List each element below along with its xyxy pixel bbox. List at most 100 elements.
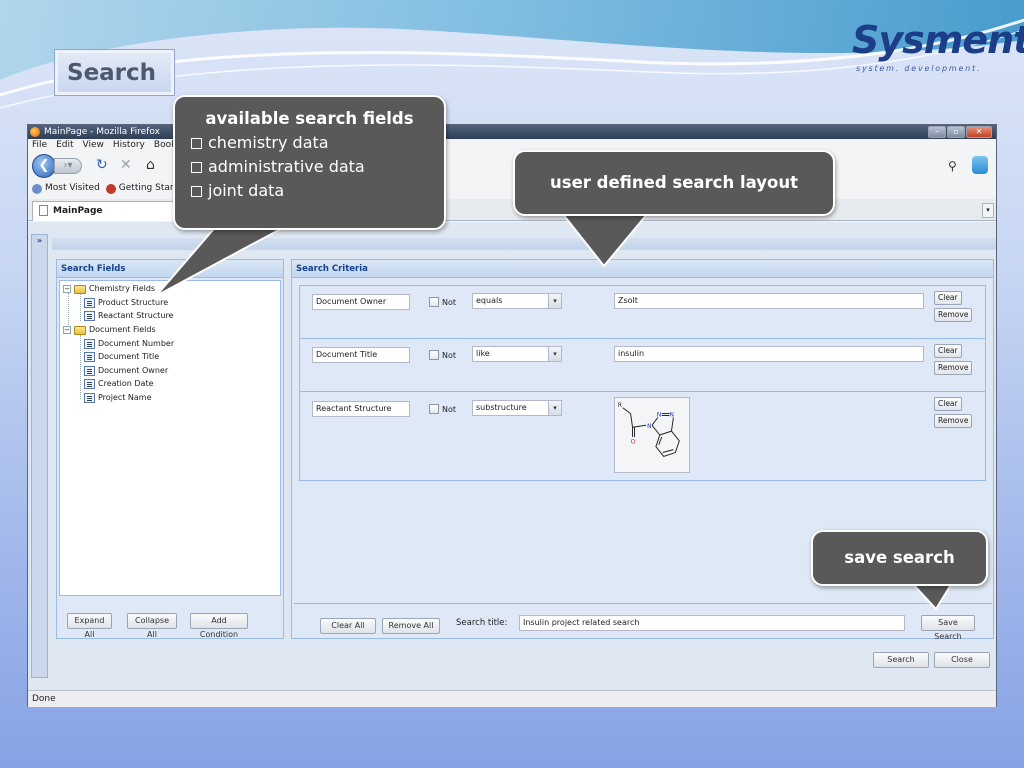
tree-group-chemistry[interactable]: − Chemistry Fields	[63, 283, 155, 295]
west-collapse-strip[interactable]: »	[31, 234, 48, 678]
search-title-input[interactable]: Insulin project related search	[519, 615, 905, 631]
forward-arrow-icon[interactable]: ›▾	[54, 158, 82, 174]
criteria-value-input[interactable]: Zsolt	[614, 293, 924, 309]
tree-item-document-owner[interactable]: Document Owner	[84, 365, 168, 377]
criteria-value-input[interactable]: insulin	[614, 346, 924, 362]
atom-r-label: R	[618, 403, 622, 409]
collapse-toggle-icon[interactable]: −	[63, 285, 71, 293]
search-icon[interactable]: ⚲	[948, 159, 957, 173]
bookmark-most-visited[interactable]: Most Visited	[32, 181, 100, 196]
not-checkbox[interactable]: Not	[429, 347, 456, 363]
callout-bullet: administrative data	[191, 155, 428, 179]
search-title-label: Search title:	[456, 618, 508, 628]
clear-button[interactable]: Clear	[934, 397, 962, 411]
field-icon	[84, 311, 95, 321]
checkbox-bullet-icon	[191, 161, 202, 173]
tree-item-label: Document Owner	[98, 366, 169, 375]
sysment-logo: Sysment system. development.	[846, 18, 1024, 78]
tree-item-document-number[interactable]: Document Number	[84, 338, 174, 350]
remove-button[interactable]: Remove	[934, 361, 973, 375]
close-button[interactable]: Close	[934, 652, 990, 668]
status-bar: Done	[28, 690, 996, 707]
atom-n-label: N	[670, 413, 674, 419]
tree-item-reactant-structure[interactable]: Reactant Structure	[84, 310, 173, 322]
menu-view[interactable]: View	[83, 139, 104, 152]
checkbox-bullet-icon	[191, 185, 202, 197]
not-checkbox[interactable]: Not	[429, 401, 456, 417]
tree-item-project-name[interactable]: Project Name	[84, 392, 152, 404]
remove-button[interactable]: Remove	[934, 308, 973, 322]
tree-item-document-title[interactable]: Document Title	[84, 351, 159, 363]
checkbox-icon[interactable]	[429, 297, 439, 307]
tree-item-creation-date[interactable]: Creation Date	[84, 378, 154, 390]
not-label: Not	[442, 404, 457, 414]
atom-o-label: O	[631, 440, 636, 446]
remove-all-button[interactable]: Remove All	[382, 618, 440, 634]
remove-button[interactable]: Remove	[934, 414, 973, 428]
criteria-row: Document Owner Not equals ▾ Zsolt Clear …	[300, 286, 985, 339]
page-icon	[39, 205, 48, 216]
chevron-down-icon[interactable]: ▾	[548, 346, 562, 362]
chevron-down-icon[interactable]: ▾	[548, 293, 562, 309]
operator-value[interactable]: like	[472, 346, 549, 362]
atom-n-label: N	[647, 424, 651, 430]
folder-icon	[74, 284, 86, 294]
menu-edit[interactable]: Edit	[56, 139, 73, 152]
search-fields-tree: − Chemistry Fields Product Structure Rea…	[59, 280, 281, 596]
collapse-all-button[interactable]: Collapse All	[127, 613, 177, 639]
checkbox-icon[interactable]	[429, 350, 439, 360]
tree-connector	[80, 293, 81, 321]
callout-bullet: joint data	[191, 179, 428, 203]
skype-addon-icon[interactable]	[972, 156, 988, 174]
reload-icon[interactable]: ↻	[96, 157, 108, 173]
operator-value[interactable]: equals	[472, 293, 549, 309]
not-checkbox[interactable]: Not	[429, 294, 456, 310]
tree-connector	[80, 335, 81, 399]
field-icon	[84, 393, 95, 403]
field-icon	[84, 366, 95, 376]
clear-button[interactable]: Clear	[934, 291, 962, 305]
callout-layout-tail	[559, 210, 651, 268]
criteria-bottom-toolbar: Clear All Remove All Search title: Insul…	[294, 603, 992, 641]
tree-item-label: Document Number	[98, 339, 175, 348]
collapse-toggle-icon[interactable]: −	[63, 326, 71, 334]
tab-list-icon[interactable]: ▾	[982, 203, 994, 218]
criteria-field-name[interactable]: Document Title	[312, 347, 410, 363]
save-search-button[interactable]: Save Search	[921, 615, 975, 641]
minimize-icon[interactable]: –	[928, 126, 946, 138]
atom-n-label: N	[657, 413, 661, 419]
back-arrow-icon[interactable]: ❮	[32, 154, 56, 178]
expand-chevron-icon[interactable]: »	[32, 236, 47, 245]
menu-history[interactable]: History	[113, 139, 145, 152]
logo-name: Sysment	[852, 18, 1024, 62]
chevron-down-icon[interactable]: ▾	[548, 400, 562, 416]
home-icon[interactable]: ⌂	[146, 157, 155, 173]
criteria-row: Document Title Not like ▾ insulin Clear …	[300, 339, 985, 392]
bullet-text: chemistry data	[208, 133, 329, 152]
structure-editor[interactable]: R N N N O	[614, 397, 690, 473]
add-condition-button[interactable]: Add Condition	[190, 613, 248, 639]
criteria-field-name[interactable]: Reactant Structure	[312, 401, 410, 417]
clear-all-button[interactable]: Clear All	[320, 618, 376, 634]
maximize-icon[interactable]: ▫	[947, 126, 965, 138]
field-icon	[84, 339, 95, 349]
field-icon	[84, 352, 95, 362]
search-button[interactable]: Search	[873, 652, 929, 668]
firefox-bookmark-icon	[105, 183, 116, 194]
callout-search-layout: user defined search layout	[513, 150, 835, 216]
tree-item-label: Project Name	[98, 393, 152, 402]
slide-title: Search	[67, 60, 157, 86]
field-icon	[84, 298, 95, 308]
tree-group-document[interactable]: − Document Fields	[63, 324, 156, 336]
menu-file[interactable]: File	[32, 139, 47, 152]
criteria-field-name[interactable]: Document Owner	[312, 294, 410, 310]
search-fields-panel: Search Fields − Chemistry Fields Product…	[56, 259, 284, 639]
stop-icon[interactable]: ✕	[120, 157, 132, 173]
clear-button[interactable]: Clear	[934, 344, 962, 358]
operator-value[interactable]: substructure	[472, 400, 549, 416]
tab-mainpage[interactable]: MainPage	[32, 201, 192, 221]
firefox-icon	[30, 127, 40, 137]
expand-all-button[interactable]: Expand All	[67, 613, 112, 639]
close-icon[interactable]: ✕	[966, 126, 992, 138]
checkbox-icon[interactable]	[429, 404, 439, 414]
